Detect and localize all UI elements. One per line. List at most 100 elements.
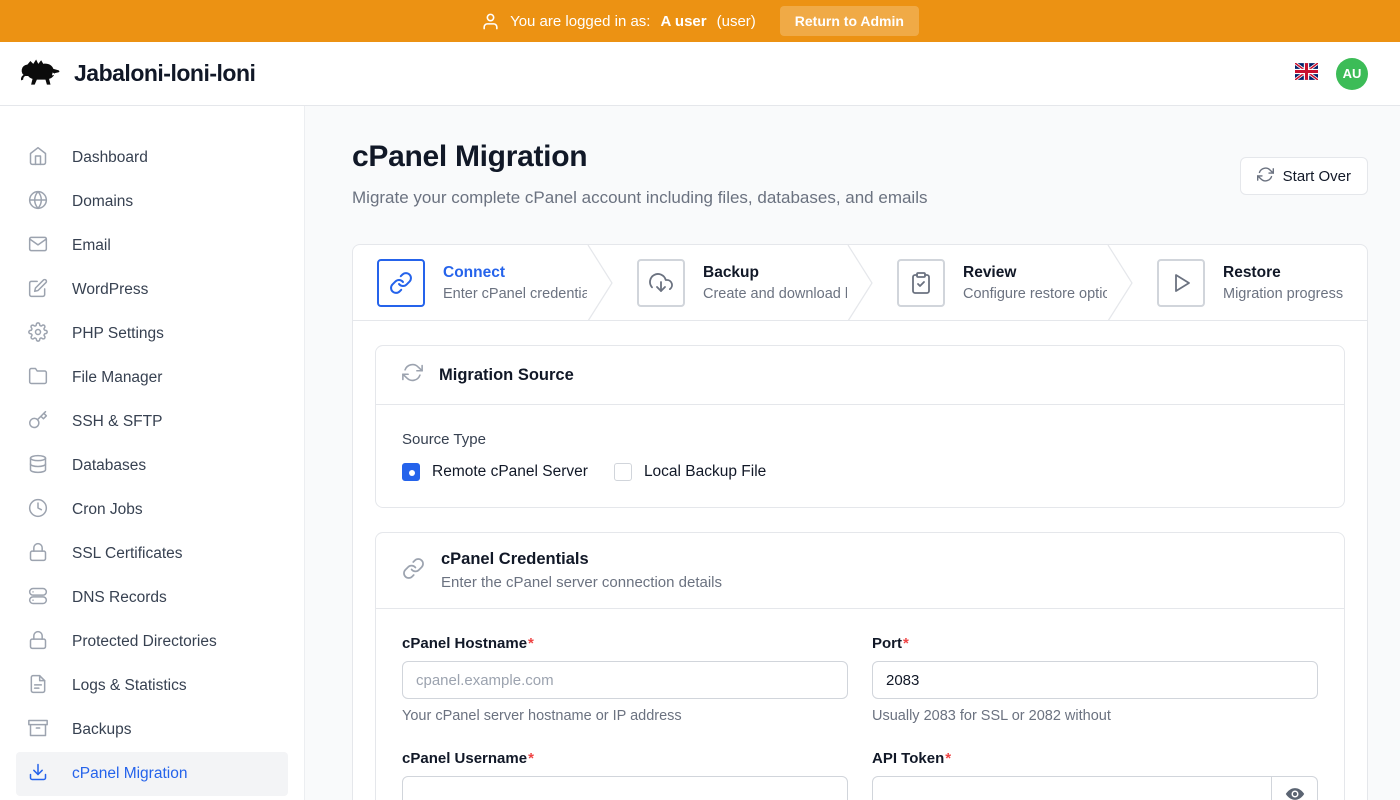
login-as-text: You are logged in as: — [510, 13, 650, 30]
sidebar-item-wordpress[interactable]: WordPress — [16, 268, 288, 312]
sidebar-item-label: SSH & SFTP — [72, 413, 162, 431]
step-backup[interactable]: BackupCreate and download backup — [613, 245, 847, 320]
return-to-admin-button[interactable]: Return to Admin — [780, 6, 919, 36]
sidebar-item-label: Dashboard — [72, 149, 148, 167]
sidebar-item-dns-records[interactable]: DNS Records — [16, 576, 288, 620]
sidebar-item-domains[interactable]: Domains — [16, 180, 288, 224]
step-connect[interactable]: ConnectEnter cPanel credentials — [353, 245, 587, 320]
field-cpanel-hostname: cPanel Hostname* Your cPanel server host… — [402, 635, 848, 724]
sidebar-item-label: WordPress — [72, 281, 148, 299]
edit-icon — [28, 278, 48, 303]
brand-name: Jabaloni-loni-loni — [74, 60, 255, 87]
brand[interactable]: Jabaloni-loni-loni — [16, 53, 255, 94]
cpanel-username-input[interactable] — [402, 776, 848, 800]
sidebar-item-databases[interactable]: Databases — [16, 444, 288, 488]
impersonation-bar: You are logged in as: A user (user) Retu… — [0, 0, 1400, 42]
sidebar-item-cpanel-migration[interactable]: cPanel Migration — [16, 752, 288, 796]
option-remote-cpanel-server[interactable]: Remote cPanel Server — [402, 463, 588, 481]
card-title: Migration Source — [439, 366, 574, 385]
field-api-token: API Token* — [872, 750, 1318, 800]
sidebar-item-ssh-sftp[interactable]: SSH & SFTP — [16, 400, 288, 444]
lock-icon — [28, 630, 48, 655]
page-subtitle: Migrate your complete cPanel account inc… — [352, 188, 928, 208]
step-subtitle: Create and download backup — [703, 286, 847, 302]
sidebar-item-label: Domains — [72, 193, 133, 211]
option-label: Remote cPanel Server — [432, 463, 588, 481]
port-input[interactable] — [872, 661, 1318, 699]
user-avatar[interactable]: AU — [1336, 58, 1368, 90]
source-type-label: Source Type — [402, 431, 1318, 448]
login-as-role: (user) — [717, 13, 756, 30]
checkbox-checked-icon[interactable] — [402, 463, 420, 481]
required-marker: * — [945, 750, 951, 767]
clipboard-check-icon — [897, 259, 945, 307]
option-local-backup-file[interactable]: Local Backup File — [614, 463, 766, 481]
step-title: Connect — [443, 264, 587, 282]
user-icon — [481, 12, 500, 31]
step-title: Restore — [1223, 264, 1343, 282]
step-review[interactable]: ReviewConfigure restore options — [873, 245, 1107, 320]
lock-icon — [28, 542, 48, 567]
refresh-icon — [1257, 166, 1274, 187]
server-icon — [28, 586, 48, 611]
eye-icon — [1285, 784, 1305, 800]
step-subtitle: Migration progress — [1223, 286, 1343, 302]
option-label: Local Backup File — [644, 463, 766, 481]
sidebar-item-ssl-certificates[interactable]: SSL Certificates — [16, 532, 288, 576]
home-icon — [28, 146, 48, 171]
play-icon — [1157, 259, 1205, 307]
gear-icon — [28, 322, 48, 347]
card-title: cPanel Credentials — [441, 550, 722, 569]
step-separator — [587, 245, 613, 321]
main-content: cPanel Migration Migrate your complete c… — [305, 106, 1400, 800]
link-icon — [377, 259, 425, 307]
file-text-icon — [28, 674, 48, 699]
step-restore[interactable]: Restore Migration progress — [1133, 245, 1367, 320]
field-cpanel-username: cPanel Username* — [402, 750, 848, 800]
page-title: cPanel Migration — [352, 140, 928, 174]
sidebar-item-label: Email — [72, 237, 111, 255]
sidebar-item-label: PHP Settings — [72, 325, 164, 343]
link-icon — [402, 557, 425, 585]
sidebar-item-label: Protected Directories — [72, 633, 217, 651]
start-over-button[interactable]: Start Over — [1240, 157, 1368, 195]
card-subtitle: Enter the cPanel server connection detai… — [441, 574, 722, 591]
sidebar-item-dashboard[interactable]: Dashboard — [16, 136, 288, 180]
required-marker: * — [528, 750, 534, 767]
step-separator — [1107, 245, 1133, 321]
database-icon — [28, 454, 48, 479]
required-marker: * — [903, 635, 909, 652]
download-icon — [28, 762, 48, 787]
cpanel-hostname-input[interactable] — [402, 661, 848, 699]
toggle-token-visibility-button[interactable] — [1272, 776, 1318, 800]
api-token-input[interactable] — [872, 776, 1272, 800]
sidebar-item-file-manager[interactable]: File Manager — [16, 356, 288, 400]
sidebar-item-cron-jobs[interactable]: Cron Jobs — [16, 488, 288, 532]
checkbox-unchecked-icon[interactable] — [614, 463, 632, 481]
boar-logo-icon — [16, 53, 62, 94]
globe-icon — [28, 190, 48, 215]
sidebar-item-label: File Manager — [72, 369, 162, 387]
language-flag-icon[interactable] — [1295, 63, 1318, 85]
field-label: cPanel Hostname — [402, 635, 527, 652]
start-over-label: Start Over — [1283, 168, 1351, 185]
cpanel-credentials-card: cPanel Credentials Enter the cPanel serv… — [375, 532, 1345, 800]
sidebar-item-label: cPanel Migration — [72, 765, 187, 783]
sidebar-item-label: Databases — [72, 457, 146, 475]
sidebar-item-protected-directories[interactable]: Protected Directories — [16, 620, 288, 664]
archive-icon — [28, 718, 48, 743]
sidebar-item-label: SSL Certificates — [72, 545, 183, 563]
cloud-download-icon — [637, 259, 685, 307]
required-marker: * — [528, 635, 534, 652]
sidebar-item-label: Logs & Statistics — [72, 677, 187, 695]
login-as-username: A user — [660, 13, 706, 30]
sidebar-item-backups[interactable]: Backups — [16, 708, 288, 752]
sidebar-item-php-settings[interactable]: PHP Settings — [16, 312, 288, 356]
sidebar-item-email[interactable]: Email — [16, 224, 288, 268]
sidebar: Dashboard Domains Email WordPress PHP Se… — [0, 106, 305, 800]
mail-icon — [28, 234, 48, 259]
sidebar-item-logs-statistics[interactable]: Logs & Statistics — [16, 664, 288, 708]
field-help: Usually 2083 for SSL or 2082 without — [872, 708, 1318, 724]
refresh-icon — [402, 362, 423, 388]
app-header: Jabaloni-loni-loni AU — [0, 42, 1400, 106]
